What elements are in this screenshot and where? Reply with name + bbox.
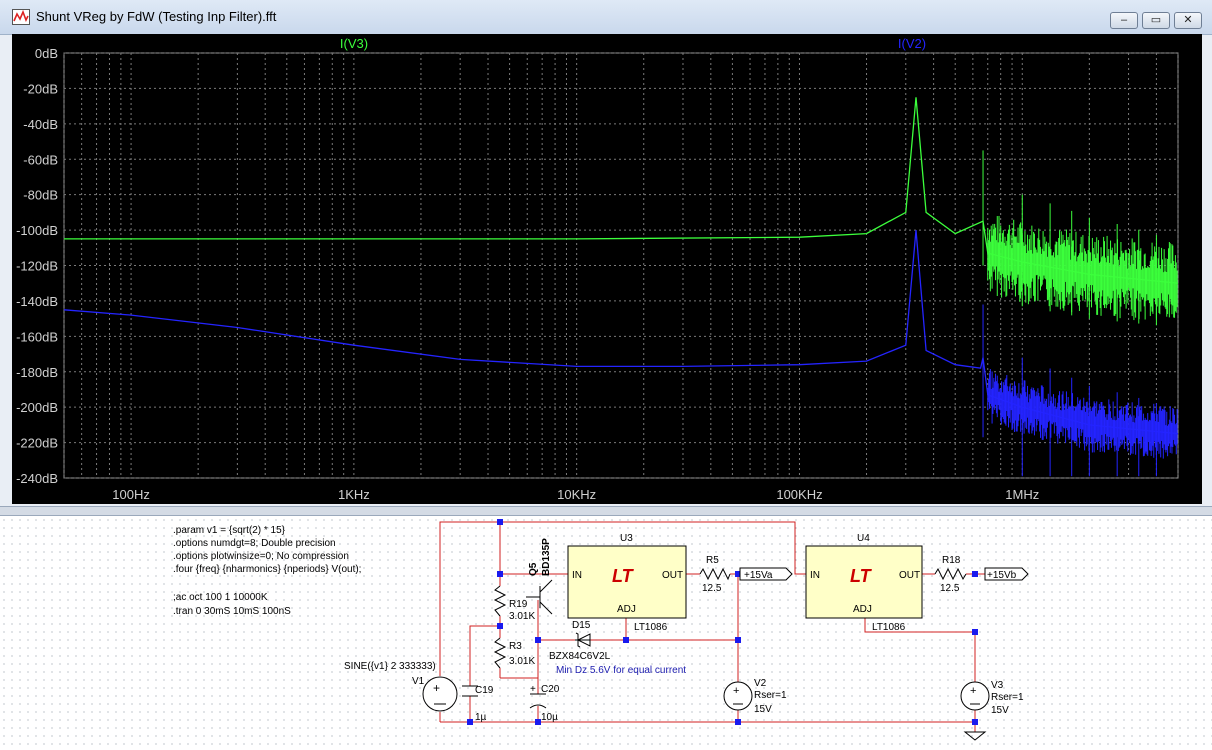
- v3-label: V3: [991, 680, 1004, 691]
- r5-label: R5: [706, 555, 719, 566]
- x-tick-label: 1MHz: [1005, 487, 1039, 502]
- x-axis-ticks: 100Hz 1KHz 10KHz 100KHz 1MHz: [112, 487, 1039, 502]
- u4-in-pin: IN: [810, 570, 820, 581]
- c20-label: C20: [541, 684, 560, 695]
- u4-label: U4: [857, 533, 870, 544]
- directive-four[interactable]: .four {freq} {nharmonics} {nperiods} V(o…: [173, 564, 361, 575]
- wire: [469, 625, 500, 686]
- close-icon: ✕: [1183, 14, 1193, 26]
- r19-label: R19: [509, 599, 528, 610]
- v2-rser: Rser=1: [754, 690, 787, 701]
- restore-icon: ▭: [1150, 14, 1162, 26]
- window-titlebar[interactable]: Shunt VReg by FdW (Testing Inp Filter).f…: [0, 0, 1212, 35]
- y-tick-label: -240dB: [16, 471, 58, 486]
- r5-resistor[interactable]: [699, 567, 731, 581]
- y-tick-label: -80dB: [23, 188, 58, 203]
- d15-part: BZX84C6V2L: [549, 651, 611, 662]
- y-tick-label: -140dB: [16, 294, 58, 309]
- spice-directives: .param v1 = {sqrt(2) * 15} .options numd…: [173, 525, 361, 617]
- r18-resistor[interactable]: [934, 567, 967, 581]
- pane-splitter[interactable]: [0, 506, 1212, 516]
- c19-label: C19: [475, 685, 494, 696]
- c20-value: 10µ: [541, 712, 558, 723]
- lt-logo-icon: LT: [850, 566, 873, 586]
- c20-plus-icon: +: [530, 684, 536, 695]
- d15-label: D15: [572, 620, 591, 631]
- r18-value: 12.5: [940, 583, 960, 594]
- u3-out-pin: OUT: [662, 570, 683, 581]
- y-tick-label: -100dB: [16, 223, 58, 238]
- close-button[interactable]: ✕: [1174, 12, 1202, 29]
- c20-capacitor[interactable]: [529, 693, 547, 709]
- y-tick-label: 0dB: [35, 46, 58, 61]
- y-tick-label: -180dB: [16, 365, 58, 380]
- y-tick-label: -60dB: [23, 152, 58, 167]
- v3-rser: Rser=1: [991, 692, 1024, 703]
- r18-label: R18: [942, 555, 961, 566]
- fft-plot-pane[interactable]: 0dB -20dB -40dB -60dB -80dB -100dB -120dB -140d…: [12, 34, 1202, 504]
- design-note: Min Dz 5.6V for equal current: [556, 665, 686, 676]
- legend-label-2[interactable]: I(V2): [898, 36, 926, 51]
- ground-icon[interactable]: [963, 731, 987, 741]
- schematic-drawing[interactable]: .param v1 = {sqrt(2) * 15} .options numd…: [0, 516, 1212, 750]
- d15-zener-diode[interactable]: [575, 632, 591, 648]
- waveform-app-icon: [12, 9, 30, 25]
- plot-series: [63, 97, 1179, 477]
- r5-value: 12.5: [702, 583, 722, 594]
- u4-adj-pin: ADJ: [853, 604, 872, 615]
- plot-legend: I(V3) I(V2): [340, 36, 926, 51]
- x-tick-label: 1KHz: [338, 487, 370, 502]
- plus-icon: +: [433, 681, 440, 695]
- q5-part: BD135P: [541, 538, 552, 576]
- directive-numdgt[interactable]: .options numdgt=8; Double precision: [173, 538, 336, 549]
- fft-chart[interactable]: 0dB -20dB -40dB -60dB -80dB -100dB -120dB -140d…: [12, 34, 1202, 504]
- v1-label: V1: [412, 676, 425, 687]
- x-tick-label: 100Hz: [112, 487, 150, 502]
- window-title: Shunt VReg by FdW (Testing Inp Filter).f…: [36, 9, 277, 24]
- r19-resistor[interactable]: [493, 585, 507, 617]
- y-tick-label: -220dB: [16, 436, 58, 451]
- y-axis-ticks: 0dB -20dB -40dB -60dB -80dB -100dB -120dB -140d…: [16, 46, 58, 486]
- minimize-button[interactable]: –: [1110, 12, 1138, 29]
- x-tick-label: 100KHz: [776, 487, 822, 502]
- minimize-icon: –: [1120, 14, 1128, 26]
- schematic-pane[interactable]: .param v1 = {sqrt(2) * 15} .options numd…: [0, 516, 1212, 750]
- u3-label: U3: [620, 533, 633, 544]
- y-tick-label: -200dB: [16, 400, 58, 415]
- y-tick-label: -40dB: [23, 117, 58, 132]
- q5-transistor[interactable]: [526, 579, 553, 615]
- directive-plotwinsize[interactable]: .options plotwinsize=0; No compression: [173, 551, 349, 562]
- directive-param[interactable]: .param v1 = {sqrt(2) * 15}: [173, 525, 286, 536]
- legend-label-1[interactable]: I(V3): [340, 36, 368, 51]
- r3-resistor[interactable]: [493, 637, 507, 669]
- y-tick-label: -120dB: [16, 259, 58, 274]
- directive-ac[interactable]: ;ac oct 100 1 10000K: [173, 592, 268, 603]
- lt-logo-icon: LT: [612, 566, 635, 586]
- u4-out-pin: OUT: [899, 570, 920, 581]
- u4-part: LT1086: [872, 622, 906, 633]
- y-tick-label: -160dB: [16, 329, 58, 344]
- v1-source-spec: SINE({v1} 2 333333): [344, 661, 436, 672]
- x-tick-label: 10KHz: [557, 487, 596, 502]
- directive-tran[interactable]: .tran 0 30mS 10mS 100nS: [173, 606, 291, 617]
- r3-value: 3.01K: [509, 656, 535, 667]
- restore-button[interactable]: ▭: [1142, 12, 1170, 29]
- v3-value: 15V: [991, 705, 1009, 716]
- r3-label: R3: [509, 641, 522, 652]
- y-tick-label: -20dB: [23, 81, 58, 96]
- net-label-15vb: +15Vb: [987, 570, 1017, 581]
- u3-part: LT1086: [634, 622, 668, 633]
- q5-label: Q5: [528, 562, 539, 576]
- r19-value: 3.01K: [509, 611, 535, 622]
- u3-in-pin: IN: [572, 570, 582, 581]
- v2-value: 15V: [754, 704, 772, 715]
- u3-adj-pin: ADJ: [617, 604, 636, 615]
- plus-icon: +: [733, 685, 739, 697]
- v2-label: V2: [754, 678, 767, 689]
- net-label-15va: +15Va: [744, 570, 773, 581]
- plus-icon: +: [970, 685, 976, 697]
- c19-value: 1µ: [475, 712, 487, 723]
